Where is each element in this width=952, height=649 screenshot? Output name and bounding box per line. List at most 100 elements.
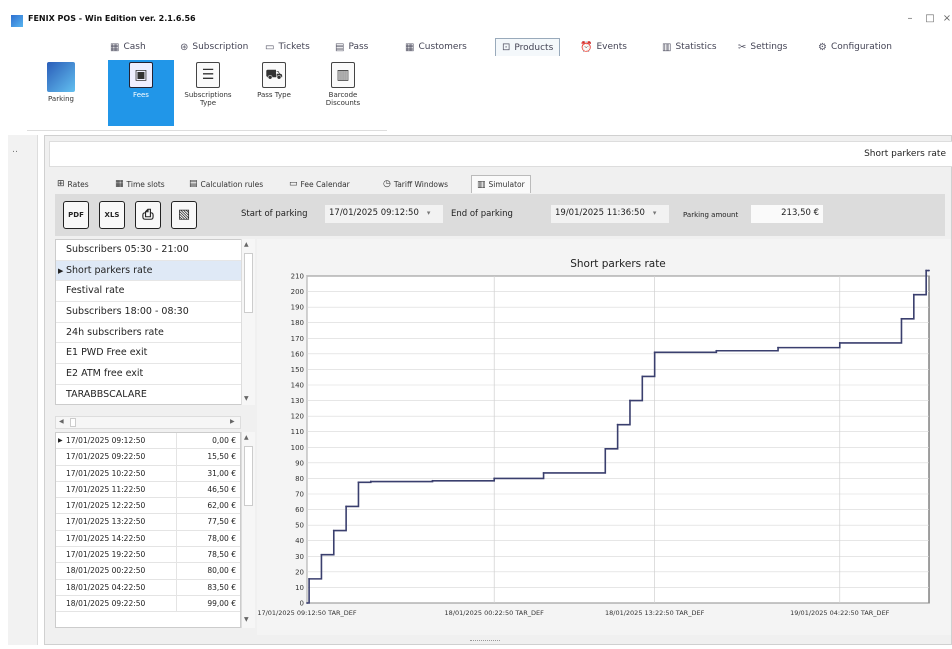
rate-step-point: [653, 351, 656, 354]
menu-subscription[interactable]: ⊛ Subscription: [180, 38, 248, 56]
rate-list-item[interactable]: 24h subscribers rate: [56, 323, 254, 344]
start-of-parking-value: 17/01/2025 09:12:50: [329, 208, 419, 218]
menu-label: Settings: [750, 42, 788, 52]
minimize-button[interactable]: –: [903, 13, 917, 24]
ribbon-button-label: Barcode Discounts: [325, 91, 361, 107]
fee-time: 17/01/2025 11:22:50: [66, 484, 146, 494]
chevron-down-icon: ▾: [652, 209, 657, 217]
y-tick-label: 190: [291, 304, 304, 312]
fee-amount: 80,00 €: [176, 563, 240, 580]
print-button[interactable]: ⎙: [135, 201, 161, 229]
fee-row[interactable]: 17/01/2025 14:22:50 78,00 €: [56, 530, 240, 548]
fee-amount: 31,00 €: [176, 465, 240, 482]
tab-calculation-rules[interactable]: ▤ Calculation rules: [189, 175, 263, 193]
menu-tickets[interactable]: ▭ Tickets: [265, 38, 310, 56]
rates-horizontal-scrollbar[interactable]: ◀ ▶: [55, 416, 241, 429]
fee-row[interactable]: 18/01/2025 04:22:50 83,50 €: [56, 579, 240, 596]
rate-step-point: [777, 346, 779, 349]
close-button[interactable]: ×: [940, 13, 952, 24]
export-pdf-button[interactable]: PDF: [63, 201, 89, 229]
rate-list-item[interactable]: Festival rate: [56, 281, 254, 303]
fee-steps-scrollbar[interactable]: ▲ ▼: [241, 432, 255, 628]
maximize-button[interactable]: □: [923, 13, 937, 24]
y-tick-label: 50: [295, 522, 304, 530]
ribbon-fees-button[interactable]: ▣ Fees: [108, 60, 174, 126]
fee-time: 18/01/2025 09:22:50: [66, 598, 146, 608]
tab-fee-calendar[interactable]: ▭ Fee Calendar: [289, 175, 350, 193]
fee-row[interactable]: 17/01/2025 09:22:50 15,50 €: [56, 449, 240, 466]
rate-name: Short parkers rate: [66, 264, 153, 276]
fee-time: 17/01/2025 09:22:50: [66, 452, 146, 462]
rates-scrollbar[interactable]: ▲ ▼: [241, 239, 255, 405]
side-collapse-strip: [8, 135, 38, 645]
menu-cash[interactable]: ▦ Cash: [110, 38, 146, 56]
y-tick-label: 90: [295, 459, 304, 467]
fee-row[interactable]: 18/01/2025 00:22:50 80,00 €: [56, 563, 240, 580]
parking-amount-field[interactable]: 213,50 €: [751, 205, 823, 223]
fee-row[interactable]: ▶ 17/01/2025 09:12:50 0,00 €: [56, 433, 240, 450]
rate-step-point: [357, 481, 360, 484]
start-of-parking-picker[interactable]: 17/01/2025 09:12:50 ▾: [325, 205, 443, 223]
y-tick-label: 10: [295, 584, 304, 592]
preview-button[interactable]: ▧: [171, 201, 197, 229]
rate-list-item[interactable]: TARABBSCALARE: [56, 385, 254, 404]
rate-step-point: [369, 480, 372, 483]
fee-row[interactable]: 17/01/2025 11:22:50 46,50 €: [56, 481, 240, 499]
export-xls-button[interactable]: XLS: [99, 201, 125, 229]
fee-amount: 78,50 €: [176, 547, 240, 564]
tab-tariff-windows[interactable]: ◷ Tariff Windows: [383, 175, 448, 193]
rate-list-item[interactable]: E1 PWD Free exit: [56, 343, 254, 365]
ribbon-barcode-discounts-button[interactable]: ▥ Barcode Discounts: [313, 60, 373, 126]
tab-label: Calculation rules: [200, 179, 264, 189]
fee-amount: 83,50 €: [176, 579, 240, 596]
header-strip: Short parkers rate: [49, 141, 952, 167]
tab-time-slots[interactable]: ▦ Time slots: [115, 175, 165, 193]
statistics-icon: ▥: [662, 41, 672, 53]
ribbon: Parking ▣ Fees ☰ Subscriptions Type ⛟ Pass Ty…: [27, 58, 387, 131]
menu-events[interactable]: ⏰ Events: [580, 38, 627, 56]
y-tick-label: 130: [291, 397, 304, 405]
tab-simulator[interactable]: ▥ Simulator: [471, 175, 531, 193]
tab-rates[interactable]: ⊞ Rates: [57, 175, 89, 193]
window-title: FENIX POS - Win Edition ver. 2.1.6.56: [28, 14, 196, 23]
rate-list-item[interactable]: ▶ Short parkers rate: [56, 260, 254, 282]
menu-pass[interactable]: ▤ Pass: [335, 38, 368, 56]
parking-button[interactable]: Parking: [31, 60, 91, 126]
rate-step-point: [308, 577, 310, 580]
fee-row[interactable]: 17/01/2025 12:22:50 62,00 €: [56, 498, 240, 515]
resize-grip[interactable]: [470, 640, 500, 643]
y-tick-label: 180: [291, 319, 304, 327]
collapse-handle[interactable]: ‥: [12, 145, 18, 155]
menu-customers[interactable]: ▦ Customers: [405, 38, 467, 56]
fee-row[interactable]: 18/01/2025 09:22:50 99,00 €: [56, 595, 240, 613]
fee-row[interactable]: 17/01/2025 10:22:50 31,00 €: [56, 465, 240, 482]
rate-step-point: [345, 505, 348, 508]
rate-step-point: [431, 479, 434, 482]
x-tick-label: 17/01/2025 09:12:50 TAR_DEF: [257, 609, 357, 617]
ribbon-button-label: Subscriptions Type: [184, 91, 232, 107]
fee-row[interactable]: 17/01/2025 13:22:50 77,50 €: [56, 514, 240, 531]
menu-products[interactable]: ⊡ Products: [495, 38, 561, 56]
products-icon: ⊡: [502, 42, 511, 53]
rate-step-point: [306, 602, 308, 604]
rate-step-point: [900, 317, 903, 320]
menu-settings[interactable]: ✂ Settings: [738, 38, 787, 56]
x-tick-label: 18/01/2025 00:22:50 TAR_DEF: [445, 609, 545, 617]
ribbon-subscriptions-type-button[interactable]: ☰ Subscriptions Type: [177, 60, 239, 126]
fee-row[interactable]: 17/01/2025 19:22:50 78,50 €: [56, 547, 240, 564]
tab-bar: ⊞ Rates ▦ Time slots ▤ Calculation rules ▭ Fee …: [53, 173, 943, 193]
y-tick-label: 110: [291, 428, 304, 436]
end-of-parking-picker[interactable]: 19/01/2025 11:36:50 ▾: [551, 205, 669, 223]
fee-time: 17/01/2025 19:22:50: [66, 550, 146, 560]
rate-list-item[interactable]: Subscribers 05:30 - 21:00: [56, 240, 254, 261]
ribbon-pass-type-button[interactable]: ⛟ Pass Type: [245, 60, 303, 126]
rates-icon: ⊞: [57, 179, 65, 189]
rate-list-item[interactable]: Subscribers 18:00 - 08:30: [56, 302, 254, 323]
menu-configuration[interactable]: ⚙ Configuration: [818, 38, 892, 56]
rate-name: Subscribers 18:00 - 08:30: [66, 306, 189, 318]
tab-label: Simulator: [488, 180, 525, 189]
rate-step-point: [493, 477, 496, 480]
menu-statistics[interactable]: ▥ Statistics: [662, 38, 717, 56]
y-tick-label: 40: [295, 537, 304, 545]
rate-list-item[interactable]: E2 ATM free exit: [56, 364, 254, 385]
